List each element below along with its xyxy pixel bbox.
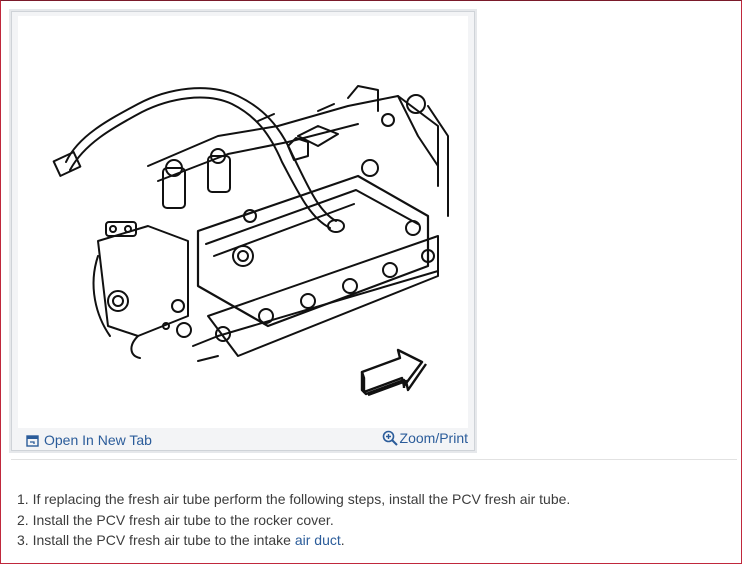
instruction-steps-list: 1. If replacing the fresh air tube perfo… [17, 489, 570, 551]
open-in-new-tab-label: Open In New Tab [44, 432, 152, 448]
zoom-in-icon [382, 430, 398, 446]
step-text: 1. If replacing the fresh air tube perfo… [17, 491, 571, 507]
open-in-new-tab-link[interactable]: Open In New Tab [26, 432, 152, 448]
page: Open In New Tab Zoom/Print 1. If replaci… [0, 0, 742, 564]
section-divider [11, 459, 737, 460]
step-item: 2. Install the PCV fresh air tube to the… [17, 510, 570, 531]
figure-toolbar: Open In New Tab Zoom/Print [12, 428, 474, 450]
zoom-print-label: Zoom/Print [399, 430, 468, 446]
step-item: 3. Install the PCV fresh air tube to the… [17, 530, 570, 551]
air-duct-link[interactable]: air duct [295, 532, 341, 548]
engine-diagram-image [18, 16, 468, 428]
figure-card: Open In New Tab Zoom/Print [11, 11, 475, 451]
zoom-print-link[interactable]: Zoom/Print [382, 430, 468, 446]
step-text: 3. Install the PCV fresh air tube to the… [17, 532, 295, 548]
step-text: 2. Install the PCV fresh air tube to the… [17, 511, 334, 528]
step-text-suffix: . [340, 532, 345, 548]
step-item: 1. If replacing the fresh air tube perfo… [17, 489, 570, 510]
open-in-new-tab-icon [26, 434, 39, 447]
